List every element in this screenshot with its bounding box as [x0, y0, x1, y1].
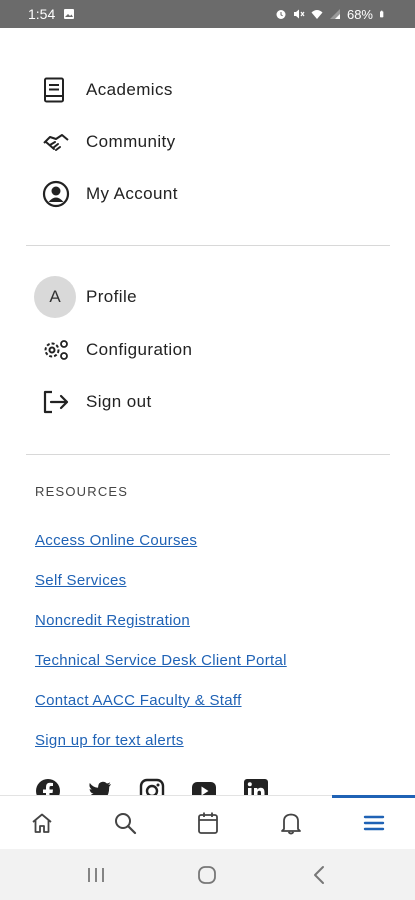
resource-link-service-desk[interactable]: Technical Service Desk Client Portal: [35, 652, 287, 669]
calendar-icon: [197, 812, 218, 834]
menu-icon: [363, 815, 384, 830]
nav-item-label: Configuration: [86, 340, 193, 359]
nav-item-configuration[interactable]: Configuration: [36, 330, 376, 370]
battery-percent: 68%: [346, 6, 373, 22]
nav-item-label: Profile: [86, 287, 137, 306]
back-button[interactable]: [299, 860, 339, 890]
avatar-letter: A: [34, 276, 76, 318]
nav-item-label: My Account: [86, 184, 178, 203]
sign-out-icon: [36, 382, 76, 422]
recent-apps-button[interactable]: [76, 860, 116, 890]
system-navigation-bar: [0, 849, 415, 900]
resource-link-self-services[interactable]: Self Services: [35, 572, 126, 589]
home-circle-icon: [198, 865, 217, 884]
signal-icon: [329, 9, 340, 19]
tab-calendar[interactable]: [166, 796, 249, 849]
bell-icon: [280, 813, 301, 834]
tab-home[interactable]: [0, 796, 83, 849]
status-time: 1:54: [28, 6, 56, 22]
handshake-icon: [36, 122, 76, 162]
back-icon: [314, 865, 325, 884]
account-circle-icon: [36, 174, 76, 214]
resource-link-online-courses[interactable]: Access Online Courses: [35, 532, 197, 549]
bottom-tab-bar: [0, 795, 415, 849]
nav-item-community[interactable]: Community: [36, 122, 376, 162]
resources-heading: RESOURCES: [35, 484, 129, 499]
search-icon: [114, 812, 136, 834]
tab-menu[interactable]: [332, 795, 415, 849]
nav-item-label: Sign out: [86, 392, 152, 411]
nav-item-sign-out[interactable]: Sign out: [36, 382, 376, 422]
home-icon: [31, 813, 52, 833]
recent-apps-icon: [87, 867, 104, 882]
resource-link-text-alerts[interactable]: Sign up for text alerts: [35, 732, 184, 749]
resource-link-contact-staff[interactable]: Contact AACC Faculty & Staff: [35, 692, 242, 709]
tab-search[interactable]: [83, 796, 166, 849]
nav-item-profile[interactable]: A Profile: [34, 276, 376, 318]
gears-icon: [36, 330, 76, 370]
resource-link-noncredit-registration[interactable]: Noncredit Registration: [35, 612, 190, 629]
avatar: A: [34, 276, 76, 318]
tab-notifications[interactable]: [249, 796, 332, 849]
book-icon: [36, 70, 76, 110]
nav-item-label: Academics: [86, 80, 173, 99]
home-nav-button[interactable]: [187, 860, 227, 890]
nav-item-academics[interactable]: Academics: [36, 70, 376, 110]
gallery-notification-icon: [64, 9, 75, 19]
divider: [26, 245, 390, 246]
mute-icon: [293, 9, 305, 19]
alarm-icon: [276, 10, 286, 19]
divider: [26, 454, 390, 455]
wifi-icon: [311, 10, 323, 19]
battery-icon: [380, 10, 384, 18]
nav-item-label: Community: [86, 132, 176, 151]
status-bar: 1:54 68%: [0, 0, 415, 28]
nav-item-my-account[interactable]: My Account: [36, 174, 376, 214]
